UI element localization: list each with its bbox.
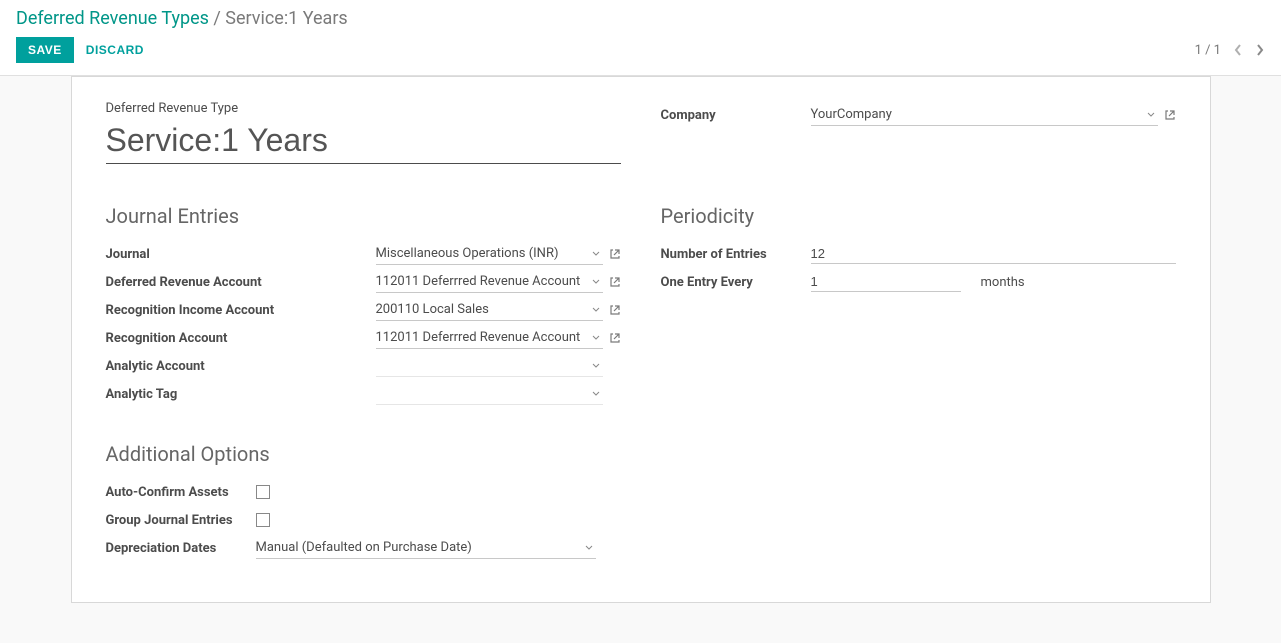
external-link-icon (609, 276, 621, 288)
chevron-left-icon (1233, 43, 1243, 57)
caret-down-icon (589, 279, 603, 285)
breadcrumb-sep: / (209, 8, 225, 29)
num-entries-label: Number of Entries (661, 247, 811, 262)
pager: 1 / 1 (1195, 43, 1265, 58)
caret-down-icon (1144, 112, 1158, 118)
analytic-acct-select[interactable] (376, 355, 603, 377)
caret-down-icon (589, 251, 603, 257)
pager-next[interactable] (1255, 43, 1265, 57)
recog-acct-value: 112011 Deferrred Revenue Account (376, 330, 589, 345)
external-link-icon (1164, 109, 1176, 121)
external-link-icon (609, 332, 621, 344)
caret-down-icon (589, 307, 603, 313)
external-link-icon (609, 304, 621, 316)
deprec-dates-select[interactable]: Manual (Defaulted on Purchase Date) (256, 537, 596, 559)
analytic-acct-label: Analytic Account (106, 359, 376, 374)
one-every-label: One Entry Every (661, 275, 811, 290)
additional-options-title: Additional Options (106, 442, 621, 466)
caret-down-icon (589, 391, 603, 397)
analytic-tag-select[interactable] (376, 383, 603, 405)
one-every-unit: months (967, 275, 1025, 290)
recog-acct-select[interactable]: 112011 Deferrred Revenue Account (376, 327, 603, 349)
pager-prev[interactable] (1233, 43, 1243, 57)
auto-confirm-label: Auto-Confirm Assets (106, 485, 256, 500)
num-entries-input[interactable] (811, 244, 1176, 264)
discard-button[interactable]: Discard (86, 37, 144, 63)
analytic-tag-label: Analytic Tag (106, 387, 376, 402)
breadcrumb-current: Service:1 Years (225, 8, 347, 29)
company-select[interactable]: YourCompany (811, 104, 1158, 126)
journal-external-link[interactable] (609, 248, 621, 260)
group-journal-label: Group Journal Entries (106, 513, 256, 528)
auto-confirm-checkbox[interactable] (256, 485, 270, 499)
one-every-input[interactable] (811, 272, 961, 292)
caret-down-icon (582, 545, 596, 551)
recog-income-external-link[interactable] (609, 304, 621, 316)
chevron-right-icon (1255, 43, 1265, 57)
journal-label: Journal (106, 247, 376, 262)
external-link-icon (609, 248, 621, 260)
def-rev-acct-external-link[interactable] (609, 276, 621, 288)
recog-acct-external-link[interactable] (609, 332, 621, 344)
recog-income-label: Recognition Income Account (106, 303, 376, 318)
periodicity-title: Periodicity (661, 204, 1176, 228)
recog-income-value: 200110 Local Sales (376, 302, 589, 317)
company-label: Company (661, 108, 811, 123)
def-rev-acct-label: Deferred Revenue Account (106, 275, 376, 290)
type-label: Deferred Revenue Type (106, 101, 621, 116)
journal-value: Miscellaneous Operations (INR) (376, 246, 589, 261)
recog-income-select[interactable]: 200110 Local Sales (376, 299, 603, 321)
breadcrumb: Deferred Revenue Types / Service:1 Years (16, 8, 1265, 29)
journal-entries-title: Journal Entries (106, 204, 621, 228)
pager-text: 1 / 1 (1195, 43, 1221, 58)
deprec-dates-value: Manual (Defaulted on Purchase Date) (256, 540, 582, 555)
deprec-dates-label: Depreciation Dates (106, 541, 256, 556)
group-journal-checkbox[interactable] (256, 513, 270, 527)
save-button[interactable]: Save (16, 37, 74, 63)
caret-down-icon (589, 363, 603, 369)
journal-select[interactable]: Miscellaneous Operations (INR) (376, 243, 603, 265)
form-sheet: Deferred Revenue Type Company YourCompan… (71, 76, 1211, 603)
name-input[interactable] (106, 120, 621, 164)
company-value: YourCompany (811, 107, 1144, 122)
breadcrumb-parent-link[interactable]: Deferred Revenue Types (16, 8, 209, 29)
def-rev-acct-value: 112011 Deferrred Revenue Account (376, 274, 589, 289)
caret-down-icon (589, 335, 603, 341)
recog-acct-label: Recognition Account (106, 331, 376, 346)
def-rev-acct-select[interactable]: 112011 Deferrred Revenue Account (376, 271, 603, 293)
company-external-link[interactable] (1164, 109, 1176, 121)
